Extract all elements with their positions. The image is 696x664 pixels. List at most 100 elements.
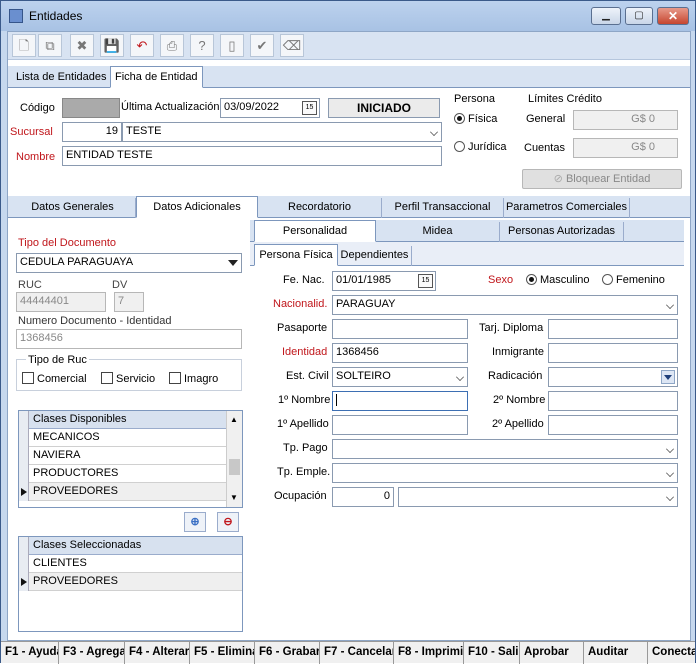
comercial-checkbox[interactable]: Comercial [22, 372, 87, 385]
nombre2-field[interactable] [548, 391, 678, 411]
f3-agregar-button[interactable]: F3 - Agregar [59, 642, 125, 664]
calendar-icon[interactable]: 15 [418, 274, 433, 288]
new-icon[interactable]: 🗋 [12, 34, 36, 57]
remove-class-button[interactable]: ⊖ [217, 512, 239, 532]
tab-perfil-transaccional[interactable]: Perfil Transaccional [382, 198, 504, 218]
nombre1-field[interactable] [332, 391, 468, 411]
nacionalidad-select[interactable]: PARAGUAY [332, 295, 678, 315]
juridica-label: Jurídica [468, 141, 507, 153]
tab-persona-fisica[interactable]: Persona Física [254, 244, 338, 266]
bloquear-entidad-button[interactable]: ⊘ Bloquear Entidad [522, 169, 682, 189]
checkbox-icon [169, 372, 181, 384]
list-item[interactable]: MECANICOS [29, 429, 226, 447]
est-civil-select[interactable]: SOLTEIRO [332, 367, 468, 387]
list-item[interactable]: PRODUCTORES [29, 465, 226, 483]
tab-datos-adicionales[interactable]: Datos Adicionales [136, 196, 258, 218]
apellido2-field[interactable] [548, 415, 678, 435]
scrollbar[interactable]: ▲ ▼ [226, 411, 242, 507]
print-icon[interactable]: ⎙ [160, 34, 184, 57]
close-button[interactable]: ✕ [657, 7, 689, 25]
list-item[interactable]: PROVEEDORES [29, 483, 226, 501]
list-item[interactable]: PROVEEDORES [29, 573, 242, 591]
apellido1-field[interactable] [332, 415, 468, 435]
f10-salir-button[interactable]: F10 - Salir [464, 642, 520, 664]
add-class-button[interactable]: ⊕ [184, 512, 206, 532]
copy-icon[interactable]: ⧉ [38, 34, 62, 57]
scroll-down-icon[interactable]: ▼ [230, 493, 238, 502]
nombre-field[interactable]: ENTIDAD TESTE [62, 146, 442, 166]
function-key-bar: F1 - Ayuda F3 - Agregar F4 - Alterar F5 … [1, 641, 695, 664]
tab-dependientes[interactable]: Dependientes [338, 246, 412, 266]
f7-cancelar-button[interactable]: F7 - Cancelar [320, 642, 394, 664]
femenino-radio[interactable]: Femenino [602, 274, 665, 286]
help-icon[interactable]: ? [190, 34, 214, 57]
window-title: Entidades [29, 9, 83, 23]
f6-grabar-button[interactable]: F6 - Grabar [255, 642, 320, 664]
list-item[interactable]: CLIENTES [29, 555, 242, 573]
masculino-radio[interactable]: Masculino [526, 274, 590, 286]
tp-emple-select[interactable] [332, 463, 678, 483]
imagro-checkbox[interactable]: Imagro [169, 372, 218, 385]
dropdown-button[interactable] [661, 370, 675, 384]
tab-personalidad[interactable]: Personalidad [254, 220, 376, 242]
tab-ficha-entidad[interactable]: Ficha de Entidad [110, 66, 203, 88]
tab-datos-generales[interactable]: Datos Generales [10, 198, 136, 218]
eraser-icon[interactable]: ⌫ [280, 34, 304, 57]
pasaporte-field[interactable] [332, 319, 468, 339]
scroll-thumb[interactable] [229, 459, 240, 475]
minimize-button[interactable]: ▁ [591, 7, 621, 25]
delete-icon[interactable]: ✖ [70, 34, 94, 57]
comercial-label: Comercial [37, 373, 87, 385]
sucursal-number[interactable]: 19 [62, 122, 122, 142]
ocupacion-code[interactable]: 0 [332, 487, 394, 507]
sucursal-select[interactable]: TESTE [122, 122, 442, 142]
scroll-up-icon[interactable]: ▲ [230, 415, 238, 424]
tp-pago-select[interactable] [332, 439, 678, 459]
radicacion-select[interactable] [548, 367, 678, 387]
f4-alterar-button[interactable]: F4 - Alterar [125, 642, 190, 664]
clases-seleccionadas-list[interactable]: Clases Seleccionadas CLIENTES PROVEEDORE… [18, 536, 243, 632]
ocupacion-select[interactable] [398, 487, 678, 507]
ocupacion-label: Ocupación [274, 490, 327, 502]
servicio-checkbox[interactable]: Servicio [101, 372, 155, 385]
tab-lista-entidades[interactable]: Lista de Entidades [12, 68, 111, 88]
calendar-icon[interactable]: 15 [302, 101, 317, 115]
list-item[interactable]: NAVIERA [29, 447, 226, 465]
tipo-documento-select[interactable]: CEDULA PARAGUAYA [16, 253, 242, 273]
persona-fisica-radio[interactable]: Física [454, 113, 497, 125]
tab-parametros-comerciales[interactable]: Parametros Comerciales [504, 198, 630, 218]
dv-label: DV [112, 279, 128, 291]
tipo-documento-label: Tipo del Documento [18, 237, 117, 249]
f8-imprimir-button[interactable]: F8 - Imprimir [394, 642, 464, 664]
sexo-label: Sexo [488, 274, 514, 286]
tab-personas-autorizadas[interactable]: Personas Autorizadas [500, 222, 624, 242]
save-icon[interactable]: 💾 [100, 34, 124, 57]
maximize-button[interactable]: ▢ [625, 7, 653, 25]
persona-juridica-radio[interactable]: Jurídica [454, 141, 507, 153]
apellido2-label: 2º Apellido [492, 418, 544, 430]
auditar-button[interactable]: Auditar [584, 642, 648, 664]
undo-icon[interactable]: ↶ [130, 34, 154, 57]
exit-icon[interactable]: ▯ [220, 34, 244, 57]
imagro-label: Imagro [184, 373, 219, 385]
cuentas-label: Cuentas [524, 142, 565, 154]
row-indicator [19, 483, 29, 501]
clases-disponibles-header: Clases Disponibles [29, 411, 226, 429]
aprobar-button[interactable]: Aprobar [520, 642, 584, 664]
tab-midea[interactable]: Midea [376, 222, 500, 242]
tarj-diploma-field[interactable] [548, 319, 678, 339]
identidad-field[interactable]: 1368456 [332, 343, 468, 363]
radicacion-label: Radicación [488, 370, 543, 382]
tab-recordatorio[interactable]: Recordatorio [258, 198, 382, 218]
fenac-field[interactable]: 01/01/1985 15 [332, 271, 436, 291]
chevron-down-icon [666, 301, 674, 309]
conectar-button[interactable]: Conectar [648, 642, 695, 664]
row-indicator [19, 573, 29, 591]
ultima-actualizacion-field[interactable]: 03/09/2022 15 [220, 98, 320, 118]
nombre-label: Nombre [16, 151, 56, 163]
f5-eliminar-button[interactable]: F5 - Eliminar [190, 642, 255, 664]
clases-disponibles-list[interactable]: Clases Disponibles MECANICOS NAVIERA PRO… [18, 410, 243, 508]
f1-ayuda-button[interactable]: F1 - Ayuda [1, 642, 59, 664]
inmigrante-field[interactable] [548, 343, 678, 363]
approve-icon[interactable]: ✔ [250, 34, 274, 57]
